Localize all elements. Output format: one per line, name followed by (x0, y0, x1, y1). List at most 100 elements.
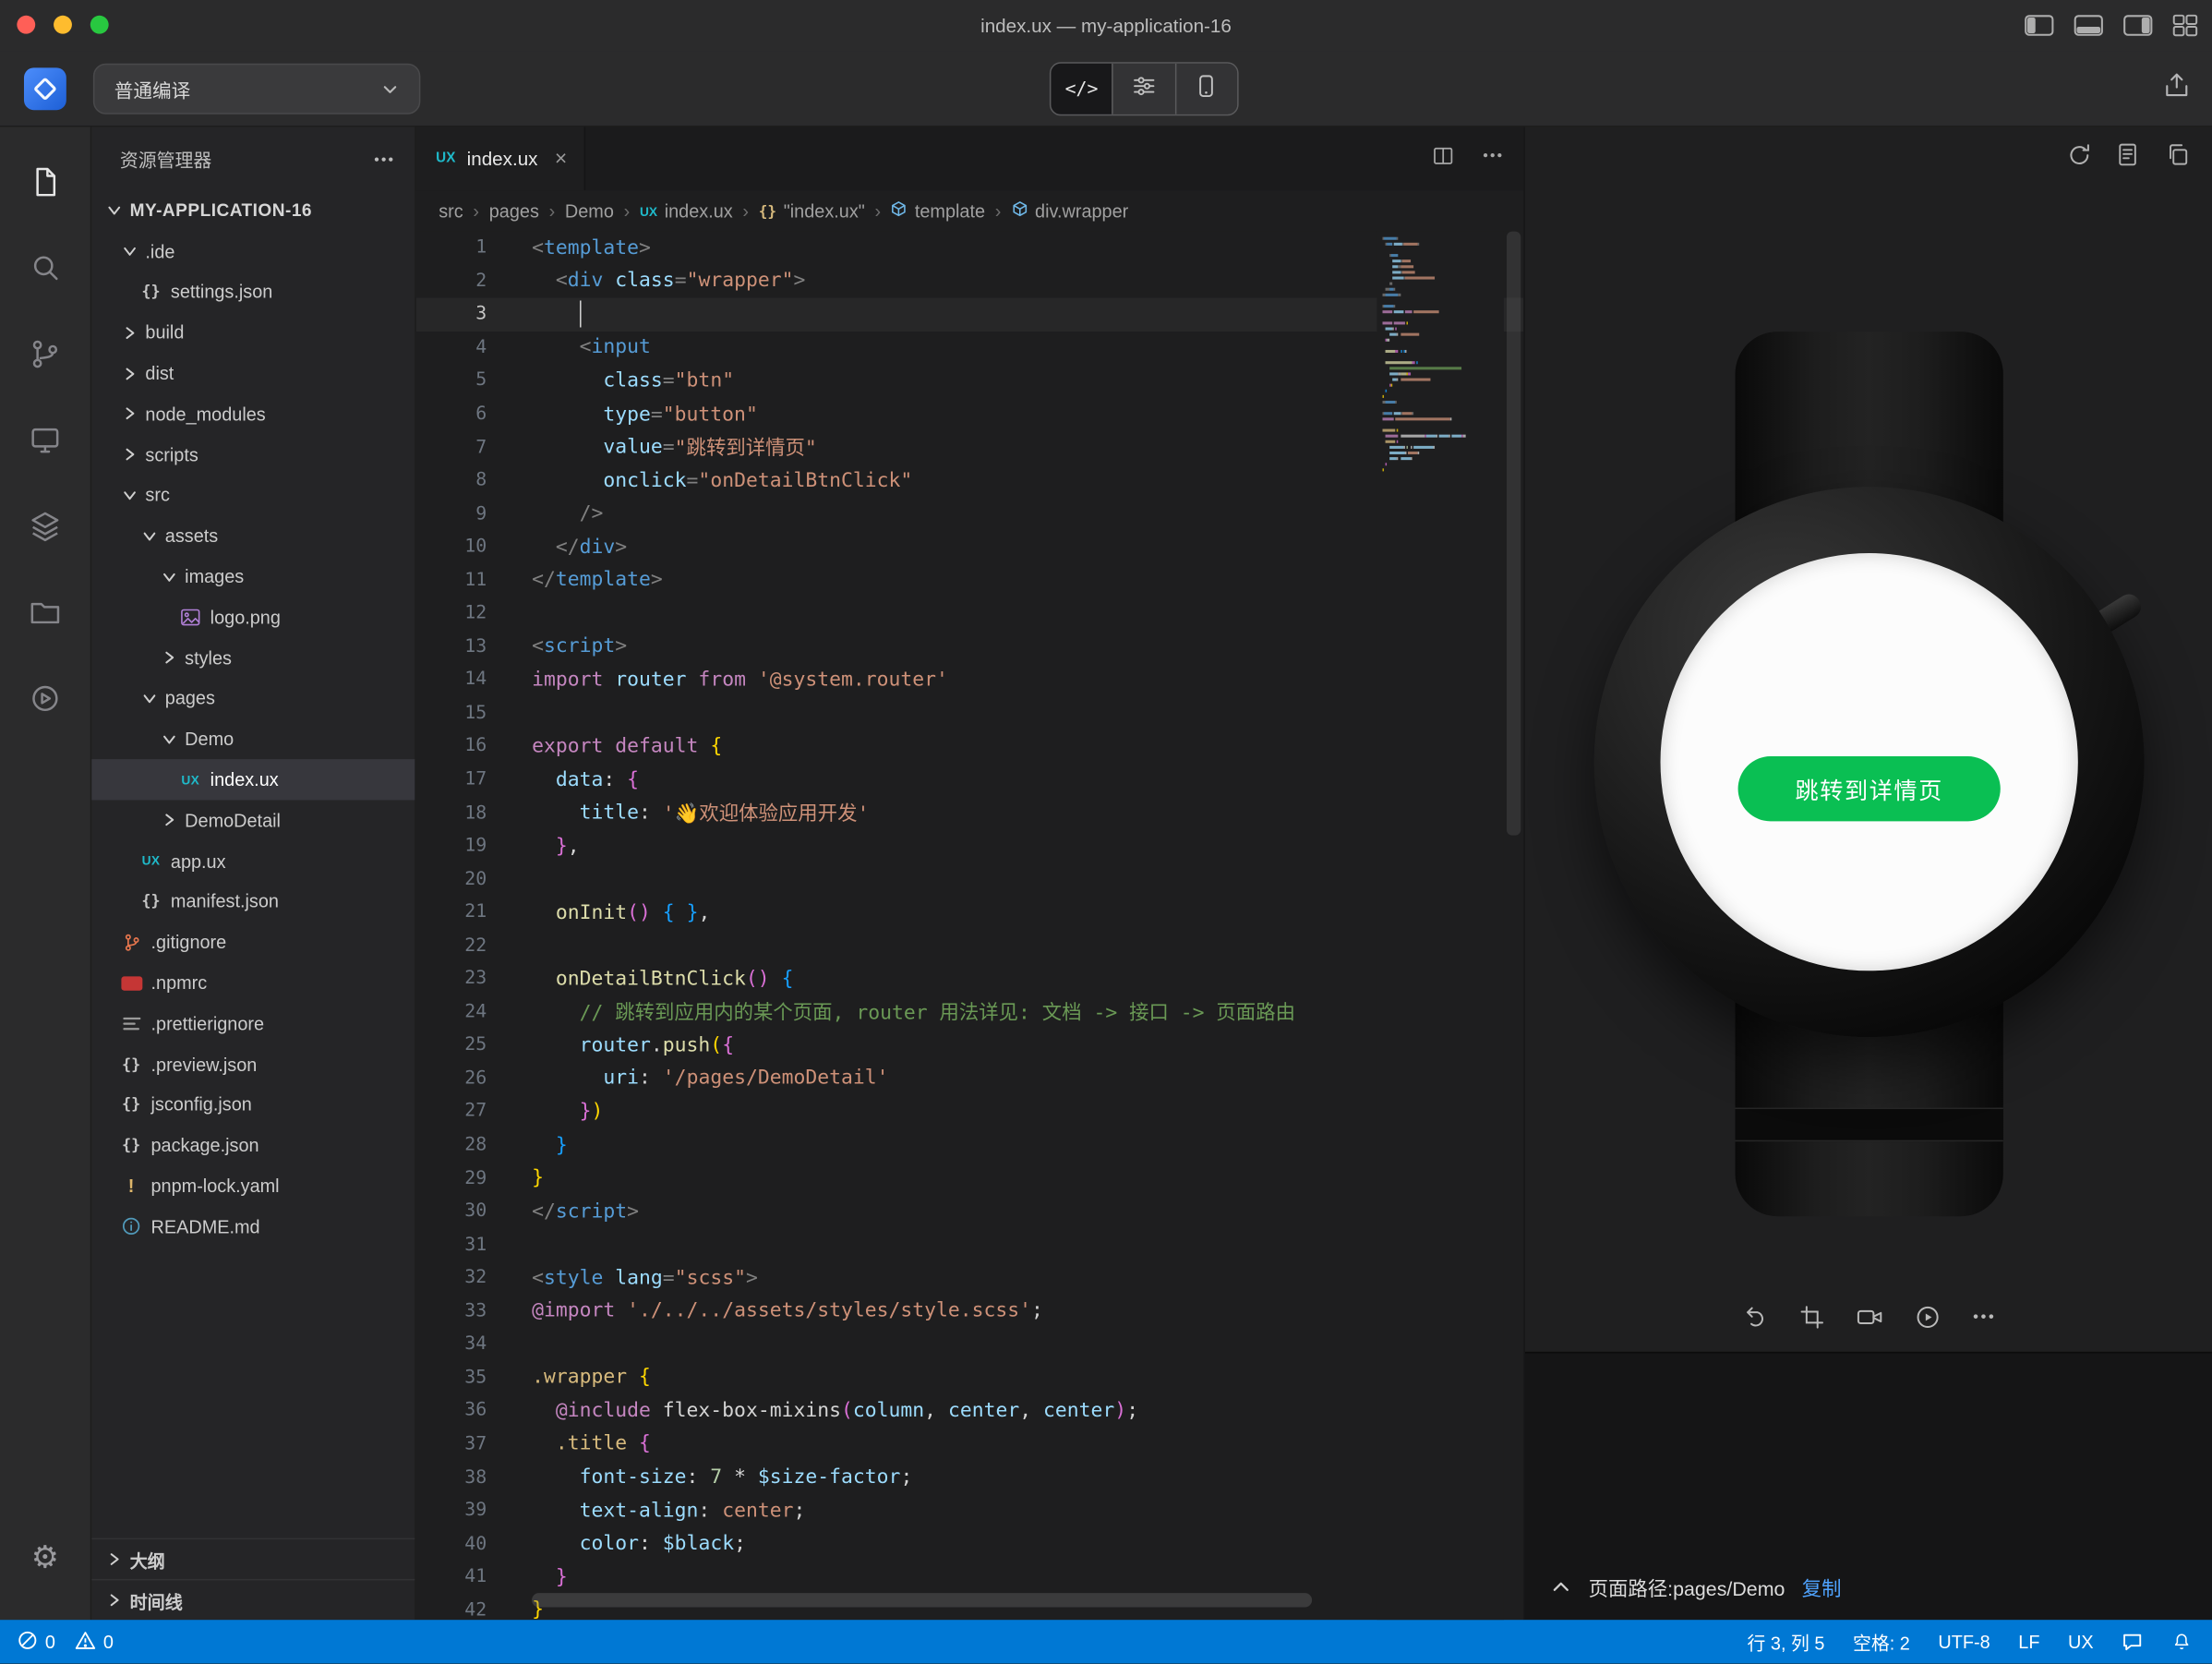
tree-item-index.ux[interactable]: UX index.ux (91, 759, 415, 801)
tree-item-DemoDetail[interactable]: DemoDetail (91, 800, 415, 840)
tree-item-settings.json[interactable]: {} settings.json (91, 271, 415, 312)
problems-errors[interactable]: 0 (17, 1629, 55, 1655)
tree-item-images[interactable]: images (91, 556, 415, 597)
outline-section[interactable]: 大纲 (91, 1537, 415, 1579)
toggle-left-sidebar-icon[interactable] (2025, 14, 2054, 36)
code-line-27[interactable]: 27 }) (416, 1095, 1524, 1128)
copy-path-link[interactable]: 复制 (1802, 1574, 1842, 1603)
code-line-39[interactable]: 39 text-align: center; (416, 1494, 1524, 1527)
code-line-6[interactable]: 6 type = "button" (416, 398, 1524, 431)
code-line-35[interactable]: 35 .wrapper { (416, 1361, 1524, 1394)
activity-source-control[interactable] (0, 310, 91, 396)
tree-item-assets[interactable]: assets (91, 515, 415, 556)
tree-item-manifest.json[interactable]: {} manifest.json (91, 881, 415, 922)
tree-item-scripts[interactable]: scripts (91, 434, 415, 475)
code-line-40[interactable]: 40 color: $black; (416, 1527, 1524, 1561)
code-line-12[interactable]: 12 (416, 597, 1524, 630)
cursor-position[interactable]: 行 3, 列 5 (1748, 1628, 1825, 1655)
activity-search[interactable] (0, 224, 91, 310)
notifications-bell-icon[interactable] (2171, 1631, 2193, 1652)
minimap[interactable] (1376, 231, 1504, 1621)
tree-item-package.json[interactable]: {} package.json (91, 1125, 415, 1165)
code-line-30[interactable]: 30 </script > (416, 1195, 1524, 1228)
activity-extensions[interactable] (0, 483, 91, 569)
tree-item-.npmrc[interactable]: .npmrc (91, 962, 415, 1003)
export-icon[interactable] (2161, 70, 2193, 108)
activity-preview[interactable] (0, 396, 91, 482)
split-editor-icon[interactable] (1430, 143, 1456, 175)
language-mode[interactable]: UX (2068, 1631, 2094, 1652)
breadcrumb-item-index.ux[interactable]: UX index.ux (640, 200, 733, 222)
code-line-34[interactable]: 34 (416, 1328, 1524, 1361)
code-line-28[interactable]: 28 } (416, 1128, 1524, 1162)
code-line-36[interactable]: 36 @include flex-box-mixins(column, cent… (416, 1394, 1524, 1428)
close-tab-icon[interactable]: × (555, 147, 567, 171)
tree-item-build[interactable]: build (91, 312, 415, 353)
code-line-20[interactable]: 20 (416, 862, 1524, 896)
code-line-29[interactable]: 29} (416, 1162, 1524, 1195)
code-view-button[interactable]: </> (1051, 63, 1112, 115)
toggle-right-sidebar-icon[interactable] (2123, 14, 2153, 36)
problems-warnings[interactable]: 0 (75, 1629, 114, 1655)
record-video-icon[interactable] (1855, 1303, 1884, 1330)
breadcrumb-item-index.ux[interactable]: {} "index.ux" (759, 200, 865, 222)
tree-item-pages[interactable]: pages (91, 678, 415, 718)
device-preview-button[interactable] (1174, 63, 1238, 115)
code-line-5[interactable]: 5 class = "btn" (416, 365, 1524, 398)
activity-projects[interactable] (0, 569, 91, 655)
code-line-22[interactable]: 22 (416, 929, 1524, 962)
code-line-18[interactable]: 18 title: '👋欢迎体验应用开发' (416, 796, 1524, 829)
code-line-10[interactable]: 10 </div > (416, 530, 1524, 563)
horizontal-scrollbar[interactable] (532, 1593, 1313, 1608)
tree-item-.prettierignore[interactable]: .prettierignore (91, 1003, 415, 1043)
tree-item-Demo[interactable]: Demo (91, 718, 415, 759)
tree-item-.gitignore[interactable]: .gitignore (91, 922, 415, 962)
encoding[interactable]: UTF-8 (1938, 1631, 1990, 1652)
vertical-scrollbar[interactable] (1504, 231, 1523, 1621)
code-line-21[interactable]: 21 onInit() { }, (416, 896, 1524, 929)
tree-item-.ide[interactable]: .ide (91, 231, 415, 271)
code-line-15[interactable]: 15 (416, 696, 1524, 730)
code-line-38[interactable]: 38 font-size: 7 * $size-factor; (416, 1461, 1524, 1494)
breadcrumb-item-pages[interactable]: pages (489, 200, 539, 222)
tree-item-node_modules[interactable]: node_modules (91, 393, 415, 434)
breadcrumb-item-div.wrapper[interactable]: div.wrapper (1011, 200, 1128, 222)
tree-item-dist[interactable]: dist (91, 353, 415, 393)
code-line-31[interactable]: 31 (416, 1228, 1524, 1261)
code-line-4[interactable]: 4 < input (416, 332, 1524, 365)
code-line-1[interactable]: 1 < template > (416, 232, 1524, 265)
more-actions-icon[interactable] (372, 148, 394, 170)
code-line-13[interactable]: 13 < script > (416, 630, 1524, 663)
breadcrumb-item-Demo[interactable]: Demo (565, 200, 614, 222)
code-line-33[interactable]: 33 @import './../../assets/styles/style.s… (416, 1295, 1524, 1328)
code-line-41[interactable]: 41 } (416, 1561, 1524, 1594)
detail-jump-button[interactable]: 跳转到详情页 (1737, 756, 2001, 822)
feedback-icon[interactable] (2122, 1631, 2143, 1652)
play-icon[interactable] (1915, 1303, 1942, 1330)
tuning-button[interactable] (1112, 63, 1175, 115)
code-line-9[interactable]: 9 /> (416, 497, 1524, 530)
breadcrumb-item-template[interactable]: template (891, 200, 985, 222)
code-line-23[interactable]: 23 onDetailBtnClick() { (416, 962, 1524, 995)
collapse-chevron-up-icon[interactable] (1550, 1576, 1571, 1602)
code-line-24[interactable]: 24 // 跳转到应用内的某个页面, router 用法详见: 文档 -> 接口… (416, 995, 1524, 1029)
breadcrumb-item-src[interactable]: src (439, 200, 463, 222)
code-line-11[interactable]: 11 </template > (416, 563, 1524, 597)
code-area[interactable]: 1 < template >2 < div class = "wrapper" > 3 4 < i… (415, 232, 1524, 1620)
tab-index-ux[interactable]: UX index.ux × (415, 127, 586, 191)
toggle-bottom-panel-icon[interactable] (2074, 14, 2103, 36)
tree-item-app.ux[interactable]: UX app.ux (91, 840, 415, 881)
code-line-37[interactable]: 37 .title { (416, 1428, 1524, 1461)
compile-mode-dropdown[interactable]: 普通编译 (92, 63, 421, 115)
tree-item-pnpm-lock.yaml[interactable]: ! pnpm-lock.yaml (91, 1165, 415, 1206)
code-line-19[interactable]: 19 }, (416, 829, 1524, 862)
tree-item-logo.png[interactable]: logo.png (91, 597, 415, 637)
editor-more-actions-icon[interactable] (1481, 144, 1503, 174)
code-line-25[interactable]: 25 router. push({ (416, 1029, 1524, 1062)
eol-sequence[interactable]: LF (2018, 1631, 2039, 1652)
tree-item-.preview.json[interactable]: {} .preview.json (91, 1043, 415, 1084)
settings-button[interactable]: ⚙ (0, 1514, 91, 1600)
tree-item-styles[interactable]: styles (91, 637, 415, 678)
preview-more-icon[interactable] (1971, 1304, 1997, 1330)
tree-item-README.md[interactable]: README.md (91, 1206, 415, 1247)
